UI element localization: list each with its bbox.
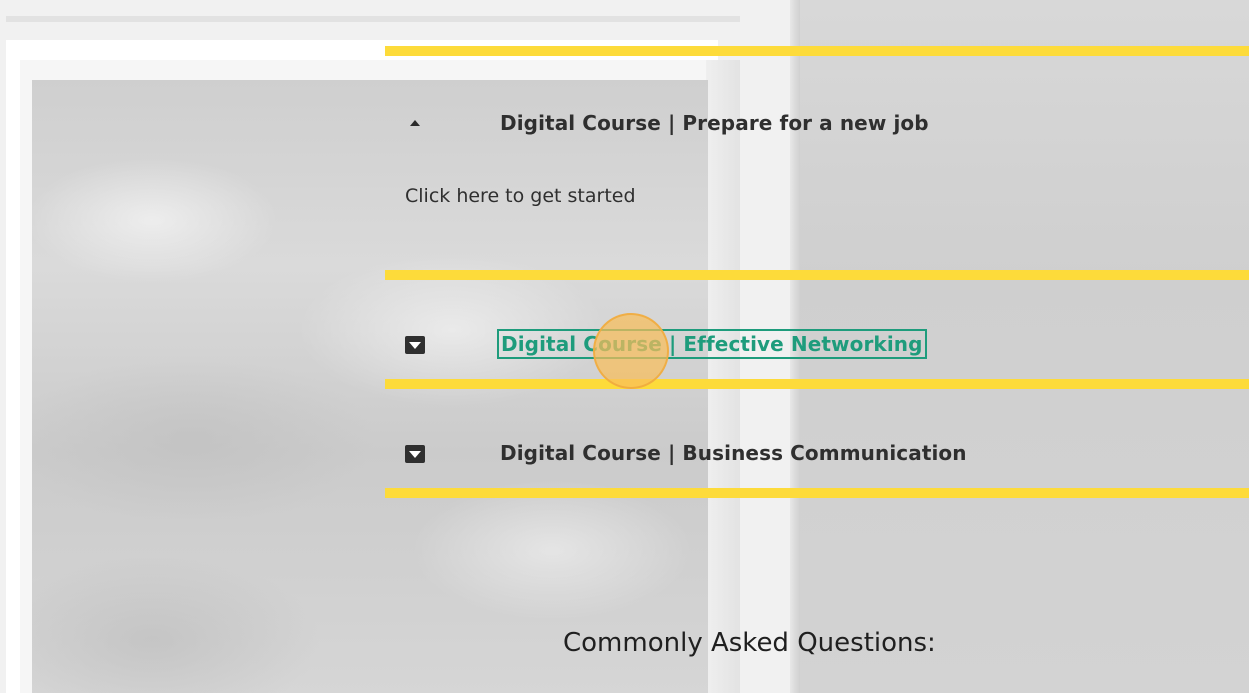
accordion-item-effective-networking[interactable]: Digital Course | Effective Networking	[385, 314, 1249, 374]
accordion-item-prepare-new-job[interactable]: Digital Course | Prepare for a new job	[385, 93, 1249, 153]
accordion-separator	[385, 379, 1249, 389]
accordion-item-business-communication[interactable]: Digital Course | Business Communication	[385, 423, 1249, 483]
section-heading: Commonly Asked Questions:	[563, 628, 936, 658]
page: Digital Course | Prepare for a new job C…	[0, 0, 1249, 693]
image-frame-side	[706, 60, 740, 693]
accordion-title[interactable]: Digital Course | Prepare for a new job	[500, 111, 929, 135]
caret-up-icon[interactable]	[405, 113, 425, 133]
accordion-separator	[385, 270, 1249, 280]
top-strip	[6, 16, 740, 22]
accordion-body-text[interactable]: Click here to get started	[405, 185, 636, 207]
accordion-separator	[385, 488, 1249, 498]
accordion-separator	[385, 46, 1249, 56]
accordion-title-highlighted[interactable]: Digital Course | Effective Networking	[497, 329, 927, 359]
caret-down-box-icon[interactable]	[405, 336, 425, 354]
caret-down-box-icon[interactable]	[405, 445, 425, 463]
accordion-title[interactable]: Digital Course | Business Communication	[500, 441, 967, 465]
